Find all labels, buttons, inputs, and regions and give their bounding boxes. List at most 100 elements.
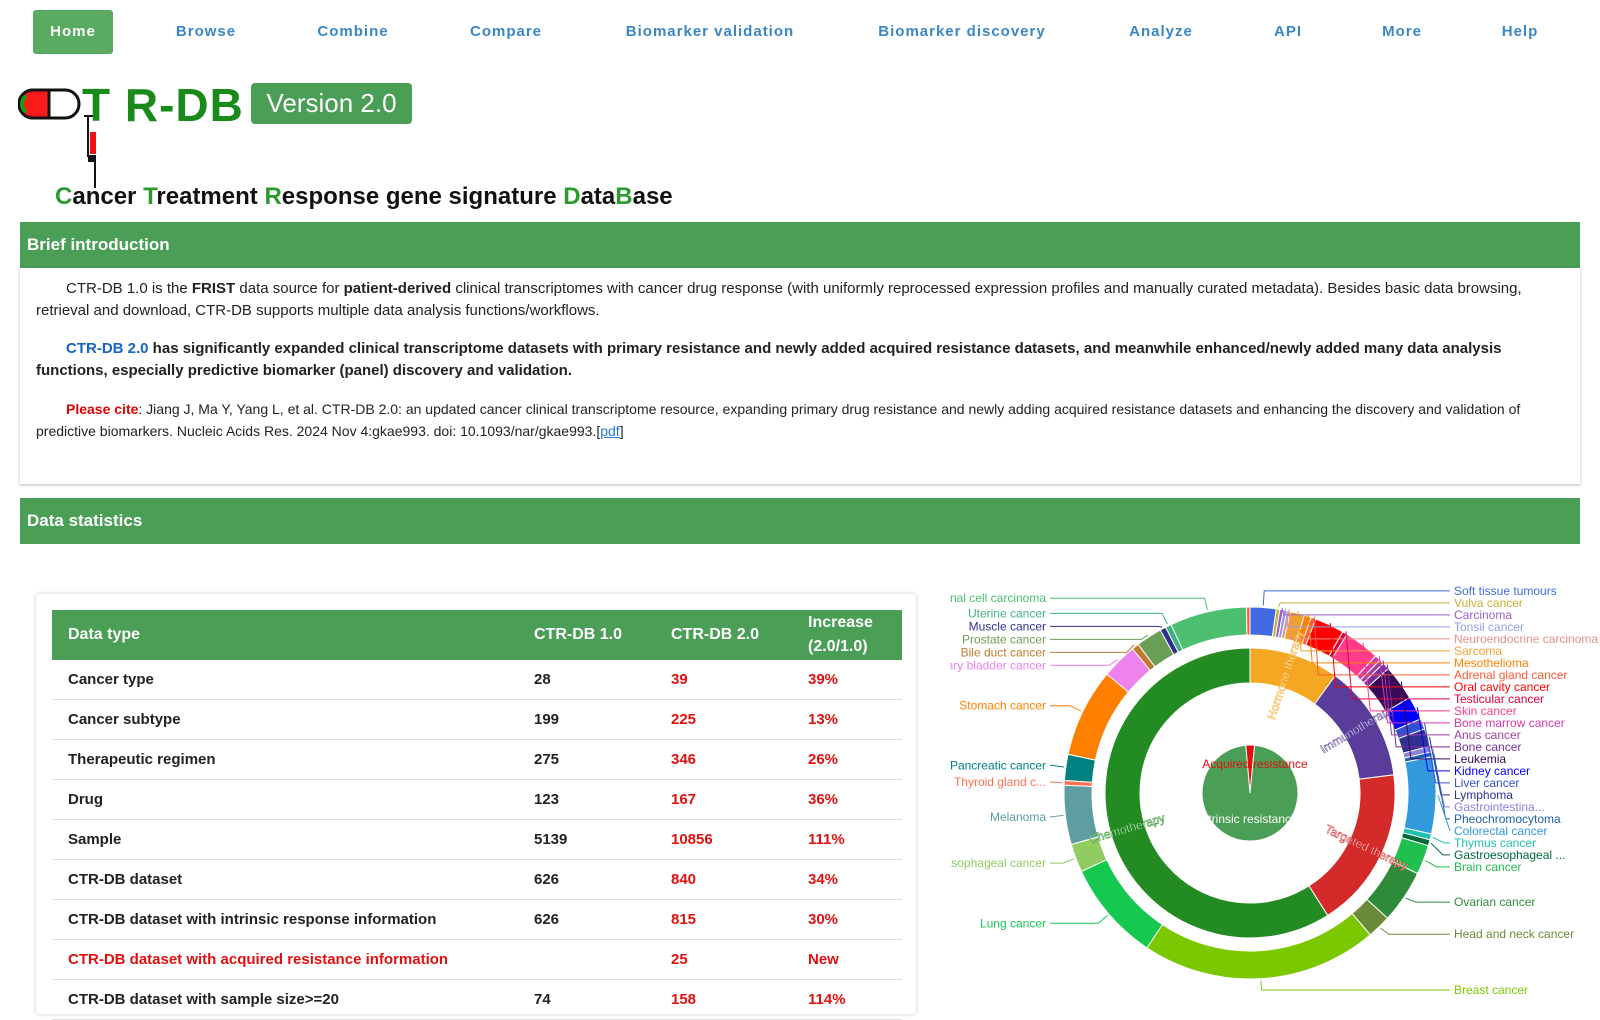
nav-home[interactable]: Home <box>33 10 113 54</box>
cell-v2: 225 <box>655 699 792 740</box>
leader-line <box>1050 634 1149 640</box>
nav-biomarker-validation[interactable]: Biomarker validation <box>620 10 800 54</box>
outer-label: Prostate cancer <box>962 632 1046 646</box>
intro-paragraph-1: CTR-DB 1.0 is the FRIST data source for … <box>36 280 1522 319</box>
intro-panel-header: Brief introduction <box>20 222 1580 268</box>
stats-table: Data type CTR-DB 1.0 CTR-DB 2.0 Increase… <box>52 610 902 1020</box>
leader-line <box>1050 858 1075 864</box>
cell-increase: 36% <box>792 779 902 820</box>
leader-line <box>1277 602 1450 608</box>
cell-label: Cancer subtype <box>52 699 518 740</box>
outer-label: Lung cancer <box>980 916 1046 930</box>
outer-label: Esophageal cancer <box>950 856 1046 870</box>
inner-label: Intrinsic resistance <box>1198 812 1298 826</box>
stats-table-card: Data type CTR-DB 1.0 CTR-DB 2.0 Increase… <box>36 594 916 1020</box>
cell-label: Drug <box>52 779 518 820</box>
logo-subtitle: Cancer Treatment Response gene signature… <box>55 183 673 210</box>
stats-panel-header: Data statistics <box>20 498 1580 544</box>
table-row: Sample 5139 10856 111% <box>52 819 902 860</box>
table-row: Drug 123 167 36% <box>52 779 902 820</box>
outer-label: Melanoma <box>990 810 1046 824</box>
table-header-row: Data type CTR-DB 1.0 CTR-DB 2.0 Increase… <box>52 610 902 660</box>
cell-increase: 13% <box>792 699 902 740</box>
cell-increase: 111% <box>792 819 902 860</box>
cell-label: CTR-DB dataset <box>52 859 518 900</box>
leader-line <box>1380 927 1450 935</box>
table-row: Cancer subtype 199 225 13% <box>52 699 902 740</box>
cell-increase: 39% <box>792 660 902 700</box>
nav-browse[interactable]: Browse <box>168 10 244 54</box>
nav-compare[interactable]: Compare <box>460 10 552 54</box>
cell-v1: 28 <box>518 660 655 700</box>
leader-line <box>1050 705 1082 712</box>
outer-label: Breast cancer <box>1454 983 1528 997</box>
cell-v1: 626 <box>518 899 655 940</box>
sunburst-chart: Acquired resistance Intrinsic resistance H… <box>904 572 1600 1000</box>
sunburst-svg: Acquired resistance Intrinsic resistance H… <box>904 584 1598 997</box>
outer-segment <box>1403 756 1437 835</box>
leader-line <box>1050 659 1118 666</box>
nav-biomarker-discovery[interactable]: Biomarker discovery <box>874 10 1050 54</box>
logo-title: T R-DB <box>82 79 244 131</box>
table-row: CTR-DB dataset with acquired resistance … <box>52 939 902 980</box>
leader-line <box>1432 836 1450 844</box>
version-badge: Version 2.0 <box>251 83 412 124</box>
cell-increase: 26% <box>792 739 902 780</box>
nav-analyze[interactable]: Analyze <box>1126 10 1196 54</box>
nav-api[interactable]: API <box>1270 10 1306 54</box>
leader-line <box>1260 980 1450 991</box>
cell-v1 <box>518 939 655 980</box>
outer-label: Pancreatic cancer <box>950 758 1046 772</box>
leader-line <box>1437 795 1451 832</box>
leader-line <box>1050 781 1063 784</box>
cell-label: Cancer type <box>52 660 518 700</box>
outer-label: Ovarian cancer <box>1454 895 1535 909</box>
col-header-v2: CTR-DB 2.0 <box>655 610 792 660</box>
leader-line <box>1050 915 1108 924</box>
cell-v2: 346 <box>655 739 792 780</box>
cell-v1: 626 <box>518 859 655 900</box>
leader-line <box>1050 644 1135 653</box>
leader-line <box>1050 814 1064 818</box>
leader-line <box>1425 860 1450 868</box>
cell-label: Sample <box>52 819 518 860</box>
cell-increase: New <box>792 939 902 980</box>
cell-increase: 30% <box>792 899 902 940</box>
cell-v2: 10856 <box>655 819 792 860</box>
outer-label: Stomach cancer <box>959 699 1046 713</box>
outer-segment <box>1170 606 1248 651</box>
outer-segment <box>1245 606 1251 636</box>
cell-v2: 25 <box>655 939 792 980</box>
outer-label: Thyroid gland c... <box>954 775 1046 789</box>
nav-combine[interactable]: Combine <box>310 10 396 54</box>
cell-v2: 167 <box>655 779 792 820</box>
outer-label: Urinary bladder cancer <box>950 658 1046 672</box>
outer-label: Muscle cancer <box>969 619 1046 633</box>
cell-v2: 39 <box>655 660 792 700</box>
citation: Please cite: Jiang J, Ma Y, Yang L, et a… <box>36 401 1521 439</box>
leader-line <box>1405 897 1450 903</box>
intro-panel-body: CTR-DB 1.0 is the FRIST data source for … <box>20 268 1580 484</box>
cell-v1: 199 <box>518 699 655 740</box>
table-row: CTR-DB dataset with intrinsic response i… <box>52 899 902 940</box>
leader-line <box>1050 764 1064 768</box>
pdf-link[interactable]: pdf <box>600 423 619 439</box>
outer-label: Transitional cell carcinoma <box>950 591 1046 605</box>
leader-line <box>1430 842 1450 856</box>
table-row: Cancer type 28 39 39% <box>52 660 902 700</box>
col-header-increase: Increase (2.0/1.0) <box>792 610 902 660</box>
outer-label: Uterine cancer <box>968 606 1046 620</box>
nav-more[interactable]: More <box>1378 10 1426 54</box>
cell-v1: 5139 <box>518 819 655 860</box>
top-nav: Home Browse Combine Compare Biomarker va… <box>0 0 1600 64</box>
cell-label: CTR-DB dataset with intrinsic response i… <box>52 899 518 940</box>
intro-paragraph-2: CTR-DB 2.0 has significantly expanded cl… <box>36 340 1502 379</box>
table-row: Therapeutic regimen 275 346 26% <box>52 739 902 780</box>
leader-line <box>1281 607 1450 616</box>
nav-help[interactable]: Help <box>1498 10 1542 54</box>
outer-label: Brain cancer <box>1454 860 1521 874</box>
leader-line <box>1050 597 1208 611</box>
cell-label: Therapeutic regimen <box>52 739 518 780</box>
table-row: CTR-DB dataset 626 840 34% <box>52 859 902 900</box>
cell-v2: 815 <box>655 899 792 940</box>
